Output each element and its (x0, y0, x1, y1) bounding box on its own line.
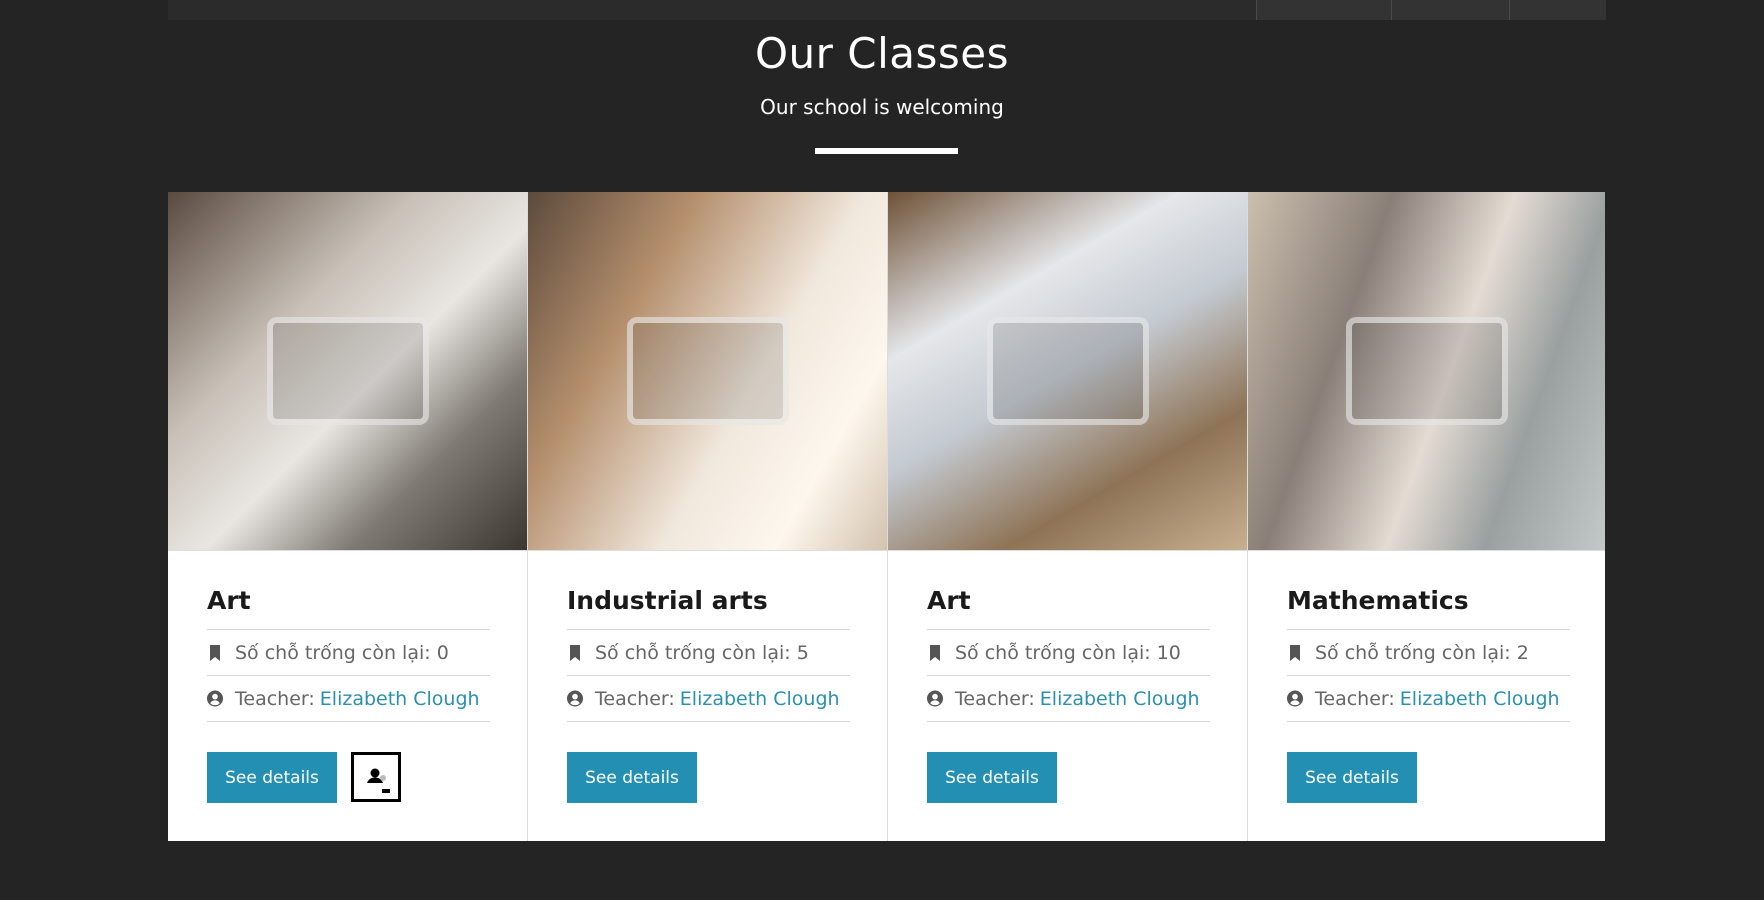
class-card: Art Số chỗ trống còn lại: 10 Teacher: El… (888, 192, 1248, 841)
teacher-label: Teacher: (955, 687, 1035, 710)
top-nav-bar (168, 0, 1606, 20)
teacher-row: Teacher: Elizabeth Clough (927, 675, 1210, 722)
bookmark-icon (1287, 644, 1303, 662)
bookmark-icon (207, 644, 223, 662)
seats-text: Số chỗ trống còn lại: 5 (595, 641, 809, 664)
bookmark-icon (567, 644, 583, 662)
students-photo (1345, 317, 1508, 425)
section-title: Our Classes (754, 29, 1009, 78)
class-card: Art Số chỗ trống còn lại: 0 Teacher: Eli… (168, 192, 528, 841)
teacher-label: Teacher: (1315, 687, 1395, 710)
class-cards: Art Số chỗ trống còn lại: 0 Teacher: Eli… (168, 192, 1605, 841)
class-title[interactable]: Art (927, 583, 971, 619)
phones-photo (626, 317, 789, 425)
laptop-photo (266, 317, 429, 425)
class-title[interactable]: Mathematics (1287, 583, 1469, 619)
seats-row: Số chỗ trống còn lại: 2 (1287, 629, 1570, 675)
user-circle-icon (927, 690, 943, 708)
class-image[interactable] (168, 192, 527, 551)
teacher-link[interactable]: Elizabeth Clough (1040, 688, 1200, 710)
nav-button[interactable] (1391, 0, 1509, 20)
seats-text: Số chỗ trống còn lại: 0 (235, 641, 449, 664)
teacher-row: Teacher: Elizabeth Clough (1287, 675, 1570, 722)
bookmark-icon (927, 644, 943, 662)
class-image[interactable] (528, 192, 887, 551)
teacher-label: Teacher: (595, 687, 675, 710)
class-image[interactable] (1248, 192, 1605, 551)
class-card: Industrial arts Số chỗ trống còn lại: 5 … (528, 192, 888, 841)
teacher-row: Teacher: Elizabeth Clough (207, 675, 490, 722)
seats-text: Số chỗ trống còn lại: 2 (1315, 641, 1529, 664)
user-circle-icon (567, 690, 583, 708)
seats-text: Số chỗ trống còn lại: 10 (955, 641, 1181, 664)
person-badge-icon[interactable] (351, 752, 401, 802)
title-divider (815, 148, 958, 154)
user-circle-icon (1287, 690, 1303, 708)
nav-button[interactable] (1509, 0, 1606, 20)
teacher-link[interactable]: Elizabeth Clough (680, 688, 840, 710)
see-details-button[interactable]: See details (207, 752, 337, 803)
teacher-link[interactable]: Elizabeth Clough (320, 688, 480, 710)
seats-row: Số chỗ trống còn lại: 5 (567, 629, 850, 675)
see-details-button[interactable]: See details (567, 752, 697, 803)
teacher-label: Teacher: (235, 687, 315, 710)
user-circle-icon (207, 690, 223, 708)
teacher-link[interactable]: Elizabeth Clough (1400, 688, 1560, 710)
see-details-button[interactable]: See details (1287, 752, 1417, 803)
class-title[interactable]: Art (207, 583, 251, 619)
seats-row: Số chỗ trống còn lại: 0 (207, 629, 490, 675)
class-title[interactable]: Industrial arts (567, 583, 768, 619)
teacher-row: Teacher: Elizabeth Clough (567, 675, 850, 722)
section-subtitle: Our school is welcoming (760, 95, 1004, 119)
laptop-book-photo (986, 317, 1149, 425)
see-details-button[interactable]: See details (927, 752, 1057, 803)
seats-row: Số chỗ trống còn lại: 10 (927, 629, 1210, 675)
class-card: Mathematics Số chỗ trống còn lại: 2 Teac… (1248, 192, 1605, 841)
class-image[interactable] (888, 192, 1247, 551)
nav-button[interactable] (1256, 0, 1391, 20)
